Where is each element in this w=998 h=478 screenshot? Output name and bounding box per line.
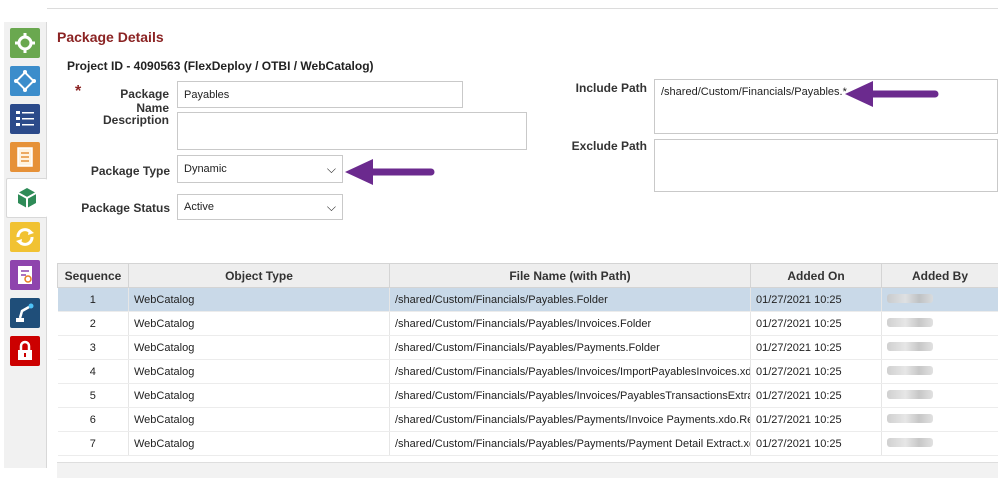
cell-added-by [882,360,998,384]
include-path-textarea[interactable]: /shared/Custom/Financials/Payables.* [654,79,998,134]
cell-added-by [882,408,998,432]
column-header-added-on[interactable]: Added On [751,264,882,288]
package-icon [15,186,39,210]
left-icon-rail [4,22,47,468]
redacted-user [887,414,933,423]
column-header-object-type[interactable]: Object Type [129,264,390,288]
table-row[interactable]: 7 WebCatalog /shared/Custom/Financials/P… [58,432,998,456]
robot-arm-icon [13,301,37,325]
cell-object-type: WebCatalog [129,408,390,432]
cell-added-by [882,384,998,408]
package-type-select[interactable]: Dynamic ⌵ [177,155,343,183]
redacted-user [887,342,933,351]
annotation-arrow-include-path [843,79,939,109]
column-header-added-by[interactable]: Added By [882,264,998,288]
cell-added-on: 01/27/2021 10:25 [751,336,882,360]
table-row[interactable]: 1 WebCatalog /shared/Custom/Financials/P… [58,288,998,312]
package-type-label: Package Type [77,164,170,178]
sidebar-item-document[interactable] [10,142,40,172]
page-title: Package Details [57,29,164,45]
redacted-user [887,366,933,375]
cell-file-name: /shared/Custom/Financials/Payables/Invoi… [390,384,751,408]
column-header-sequence[interactable]: Sequence [58,264,129,288]
cell-added-on: 01/27/2021 10:25 [751,432,882,456]
redacted-user [887,318,933,327]
package-details-panel: Package Details Project ID - 4090563 (Fl… [47,8,998,469]
sidebar-item-report[interactable] [10,260,40,290]
cell-added-on: 01/27/2021 10:25 [751,288,882,312]
cell-added-by [882,288,998,312]
cell-sequence: 2 [58,312,129,336]
chevron-down-icon: ⌵ [327,162,336,177]
cell-sequence: 3 [58,336,129,360]
package-name-label: Package Name [89,87,169,115]
gear-icon [13,31,37,55]
sidebar-item-checklist[interactable] [10,104,40,134]
cell-added-on: 01/27/2021 10:25 [751,384,882,408]
cell-object-type: WebCatalog [129,360,390,384]
cell-object-type: WebCatalog [129,312,390,336]
cell-file-name: /shared/Custom/Financials/Payables/Payme… [390,408,751,432]
cell-added-on: 01/27/2021 10:25 [751,408,882,432]
include-path-label: Include Path [557,81,647,95]
sidebar-item-gear[interactable] [10,28,40,58]
cell-sequence: 6 [58,408,129,432]
exclude-path-textarea[interactable] [654,139,998,192]
table-row[interactable]: 5 WebCatalog /shared/Custom/Financials/P… [58,384,998,408]
cell-added-on: 01/27/2021 10:25 [751,312,882,336]
chevron-down-icon: ⌵ [327,200,336,215]
table-row[interactable]: 2 WebCatalog /shared/Custom/Financials/P… [58,312,998,336]
checklist-icon [13,107,37,131]
network-icon [13,69,37,93]
annotation-arrow-package-type [343,157,435,187]
cell-sequence: 4 [58,360,129,384]
cell-object-type: WebCatalog [129,336,390,360]
lock-icon [13,339,37,363]
table-row[interactable]: 4 WebCatalog /shared/Custom/Financials/P… [58,360,998,384]
cell-file-name: /shared/Custom/Financials/Payables/Payme… [390,336,751,360]
package-status-label: Package Status [67,201,170,215]
cell-object-type: WebCatalog [129,384,390,408]
package-files-table: Sequence Object Type File Name (with Pat… [57,263,998,456]
report-icon [13,263,37,287]
table-row[interactable]: 6 WebCatalog /shared/Custom/Financials/P… [58,408,998,432]
cell-object-type: WebCatalog [129,432,390,456]
required-marker: * [75,83,81,101]
sidebar-item-package[interactable] [6,178,47,218]
cell-sequence: 1 [58,288,129,312]
cell-added-by [882,312,998,336]
package-name-input[interactable]: Payables [177,81,463,108]
sidebar-item-robot-arm[interactable] [10,298,40,328]
cell-file-name: /shared/Custom/Financials/Payables/Payme… [390,432,751,456]
package-type-value: Dynamic [184,163,227,175]
sidebar-item-refresh[interactable] [10,222,40,252]
document-icon [13,145,37,169]
project-id-label: Project ID - 4090563 (FlexDeploy / OTBI … [67,59,374,73]
refresh-icon [13,225,37,249]
redacted-user [887,438,933,447]
cell-file-name: /shared/Custom/Financials/Payables/Invoi… [390,312,751,336]
cell-added-on: 01/27/2021 10:25 [751,360,882,384]
redacted-user [887,390,933,399]
redacted-user [887,294,933,303]
cell-file-name: /shared/Custom/Financials/Payables.Folde… [390,288,751,312]
column-header-file-name[interactable]: File Name (with Path) [390,264,751,288]
table-row[interactable]: 3 WebCatalog /shared/Custom/Financials/P… [58,336,998,360]
sidebar-item-lock[interactable] [10,336,40,366]
cell-file-name: /shared/Custom/Financials/Payables/Invoi… [390,360,751,384]
table-footer-bar [57,462,998,478]
exclude-path-label: Exclude Path [557,139,647,153]
cell-object-type: WebCatalog [129,288,390,312]
cell-added-by [882,432,998,456]
description-label: Description [89,113,169,127]
package-status-select[interactable]: Active ⌵ [177,194,343,220]
table-header-row: Sequence Object Type File Name (with Pat… [58,264,998,288]
sidebar-item-network[interactable] [10,66,40,96]
cell-added-by [882,336,998,360]
description-textarea[interactable] [177,112,527,150]
cell-sequence: 5 [58,384,129,408]
package-status-value: Active [184,201,214,213]
cell-sequence: 7 [58,432,129,456]
